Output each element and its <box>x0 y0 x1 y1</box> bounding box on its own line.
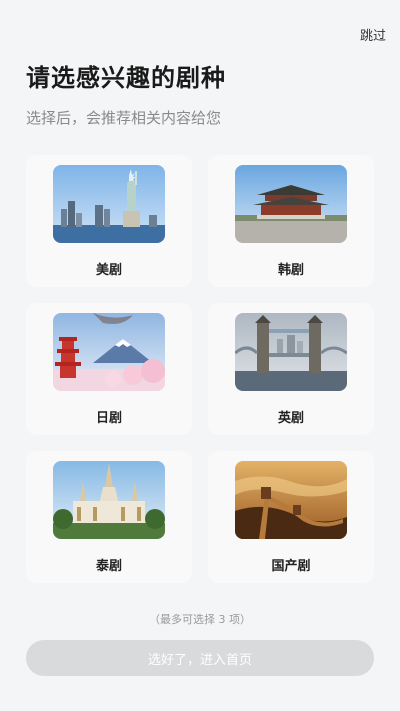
genre-card-korea[interactable]: 韩剧 <box>208 155 374 287</box>
korean-palace-image <box>235 165 347 243</box>
genre-label: 日剧 <box>95 411 122 426</box>
page-title: 请选感兴趣的剧种 <box>26 64 226 92</box>
genre-card-us[interactable]: 美剧 <box>26 155 192 287</box>
genre-label: 泰剧 <box>95 559 122 574</box>
statue-of-liberty-image <box>53 165 165 243</box>
page-subtitle: 选择后，会推荐相关内容给您 <box>26 109 222 127</box>
great-wall-image <box>235 461 347 539</box>
skip-button[interactable]: 跳过 <box>360 25 386 44</box>
genre-label: 国产剧 <box>271 559 311 574</box>
genre-card-thailand[interactable]: 泰剧 <box>26 451 192 583</box>
thai-temple-image <box>53 461 165 539</box>
mount-fuji-pagoda-image <box>53 313 165 391</box>
genre-card-china[interactable]: 国产剧 <box>208 451 374 583</box>
confirm-button[interactable]: 选好了，进入首页 <box>26 640 374 676</box>
genre-card-uk[interactable]: 英剧 <box>208 303 374 435</box>
genre-label: 美剧 <box>95 263 122 278</box>
genre-card-japan[interactable]: 日剧 <box>26 303 192 435</box>
tower-bridge-image <box>235 313 347 391</box>
selection-hint: （最多可选择 3 项） <box>149 613 251 626</box>
genre-grid: 美剧 韩剧 日剧 英剧 泰剧 国产剧 <box>26 155 374 583</box>
genre-label: 英剧 <box>277 411 304 426</box>
genre-label: 韩剧 <box>277 263 304 278</box>
